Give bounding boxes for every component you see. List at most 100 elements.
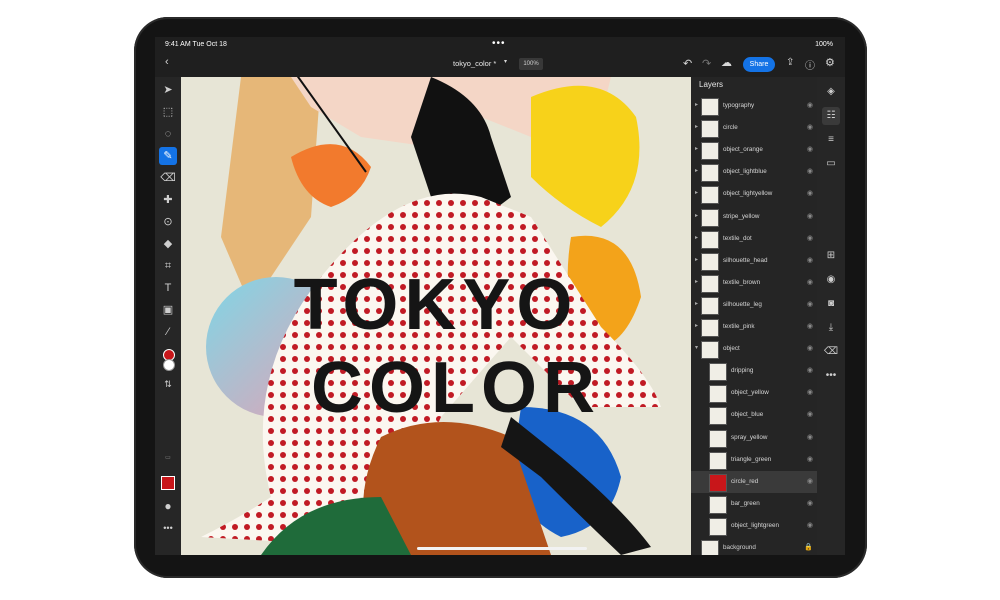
brush-size-icon[interactable]: ▭ (159, 449, 177, 467)
document-title[interactable]: tokyo_color * (453, 59, 496, 68)
expand-chevron-icon[interactable]: ▸ (695, 234, 698, 241)
expand-chevron-icon[interactable]: ▸ (695, 256, 698, 263)
eye-icon[interactable]: ◉ (807, 256, 813, 264)
back-icon[interactable]: ‹ (165, 56, 169, 68)
layer-thumbnail (709, 385, 727, 404)
eye-icon[interactable]: ◉ (807, 167, 813, 175)
eye-icon[interactable]: ◉ (807, 433, 813, 441)
more-icon[interactable]: ••• (822, 367, 840, 385)
eye-icon[interactable]: ◉ (807, 388, 813, 396)
layer-row[interactable]: ▸ silhouette_head ◉ (691, 250, 817, 272)
zoom-level[interactable]: 100% (519, 58, 543, 70)
layer-row[interactable]: circle_red ◉ (691, 470, 817, 493)
layer-row[interactable]: ▸ typography ◉ (691, 95, 817, 117)
layer-thumbnail (701, 98, 719, 116)
layer-row[interactable]: ▸ object_lightblue ◉ (691, 161, 817, 183)
layer-row[interactable]: background 🔒 (691, 537, 817, 555)
clone-icon[interactable]: ⊙ (159, 213, 177, 231)
eye-icon[interactable]: ◉ (807, 278, 813, 286)
layer-row[interactable]: bar_green ◉ (691, 493, 817, 515)
layer-row[interactable]: spray_yellow ◉ (691, 427, 817, 449)
eye-icon[interactable]: ◉ (807, 410, 813, 418)
expand-chevron-icon[interactable]: ▸ (695, 212, 698, 219)
expand-chevron-icon[interactable]: ▸ (695, 300, 698, 307)
share-button[interactable]: Share (743, 57, 775, 72)
layer-row[interactable]: object_lightgreen ◉ (691, 515, 817, 537)
layer-row[interactable]: ▸ textile_dot ◉ (691, 228, 817, 250)
layer-row[interactable]: triangle_green ◉ (691, 449, 817, 471)
brush-hardness-icon[interactable]: ● (159, 497, 177, 515)
eyedropper-icon[interactable]: ⁄ (159, 323, 177, 341)
adjustments-icon[interactable]: ≡ (822, 131, 840, 149)
more-tools-icon[interactable]: ••• (159, 519, 177, 537)
settings-gear-icon[interactable]: ⚙ (825, 56, 835, 69)
lock-icon[interactable]: 🔒 (804, 543, 813, 551)
layer-thumbnail (701, 164, 719, 183)
lasso-icon[interactable]: ◌ (159, 125, 177, 143)
expand-chevron-icon[interactable]: ▸ (695, 101, 698, 108)
layer-row[interactable]: ▸ stripe_yellow ◉ (691, 206, 817, 228)
cloud-icon[interactable]: ☁ (721, 56, 732, 69)
eye-icon[interactable]: ◉ (807, 499, 813, 507)
eye-icon[interactable]: ◉ (807, 344, 813, 352)
eye-icon[interactable]: ◉ (807, 101, 813, 109)
expand-chevron-icon[interactable]: ▸ (695, 123, 698, 130)
eye-icon[interactable]: ◉ (807, 455, 813, 463)
export-icon[interactable]: ⇪ (786, 57, 794, 68)
place-image-icon[interactable]: ▣ (159, 301, 177, 319)
eye-icon[interactable]: ◉ (807, 189, 813, 197)
layer-row[interactable]: ▸ object_orange ◉ (691, 139, 817, 161)
swap-colors-icon[interactable]: ⇅ (159, 375, 177, 393)
layer-row[interactable]: ▸ textile_brown ◉ (691, 272, 817, 294)
fill-icon[interactable]: ◆ (159, 235, 177, 253)
expand-chevron-icon[interactable]: ▸ (695, 322, 698, 329)
brush-color-swatch[interactable] (159, 473, 177, 491)
layer-row[interactable]: object_yellow ◉ (691, 382, 817, 404)
multitask-dots-icon[interactable]: ••• (492, 38, 506, 49)
layer-row[interactable]: ▾ object ◉ (691, 338, 817, 360)
eye-icon[interactable]: ◉ (807, 322, 813, 330)
expand-chevron-icon[interactable]: ▸ (695, 278, 698, 285)
eye-icon[interactable]: ◉ (807, 477, 813, 485)
eye-icon[interactable]: ◉ (807, 212, 813, 220)
layer-row[interactable]: ▸ silhouette_leg ◉ (691, 294, 817, 316)
expand-chevron-icon[interactable]: ▸ (695, 145, 698, 152)
layer-row[interactable]: dripping ◉ (691, 360, 817, 382)
layer-row[interactable]: ▸ circle ◉ (691, 117, 817, 139)
visibility-icon[interactable]: ◉ (822, 271, 840, 289)
eye-icon[interactable]: ◉ (807, 123, 813, 131)
eye-icon[interactable]: ◉ (807, 300, 813, 308)
artwork-canvas[interactable]: TOKYO COLOR (181, 77, 691, 555)
layer-thumbnail (701, 230, 719, 249)
mask-icon[interactable]: ◙ (822, 295, 840, 313)
layers-icon[interactable]: ◈ (822, 83, 840, 101)
eraser-icon[interactable]: ⌫ (159, 169, 177, 187)
top-bar: ‹ tokyo_color * ▾ 100% ↶ ↷ ☁ Share ⇪ ⓘ ⚙ (155, 53, 845, 77)
expand-chevron-icon[interactable]: ▸ (695, 167, 698, 174)
eye-icon[interactable]: ◉ (807, 234, 813, 242)
undo-icon[interactable]: ↶ (683, 57, 692, 70)
eye-icon[interactable]: ◉ (807, 366, 813, 374)
chevron-down-icon[interactable]: ▾ (504, 58, 507, 65)
layer-row[interactable]: ▸ textile_pink ◉ (691, 316, 817, 338)
background-color-swatch[interactable] (163, 359, 175, 371)
help-icon[interactable]: ⓘ (805, 57, 815, 72)
layer-row[interactable]: ▸ object_lightyellow ◉ (691, 183, 817, 205)
transform-icon[interactable]: ⬚ (159, 103, 177, 121)
import-icon[interactable]: ⤓ (822, 319, 840, 337)
comments-icon[interactable]: ▭ (822, 155, 840, 173)
select-icon[interactable]: ➤ (159, 81, 177, 99)
add-layer-icon[interactable]: ⊞ (822, 247, 840, 265)
crop-icon[interactable]: ⌗ (159, 257, 177, 275)
type-icon[interactable]: T (159, 279, 177, 297)
eye-icon[interactable]: ◉ (807, 145, 813, 153)
brush-icon[interactable]: ✎ (159, 147, 177, 165)
layer-properties-icon[interactable]: ☷ (822, 107, 840, 125)
expand-chevron-icon[interactable]: ▸ (695, 189, 698, 196)
expand-chevron-icon[interactable]: ▾ (695, 344, 698, 351)
eye-icon[interactable]: ◉ (807, 521, 813, 529)
layer-row[interactable]: object_blue ◉ (691, 404, 817, 426)
redo-icon[interactable]: ↷ (702, 57, 711, 70)
healing-icon[interactable]: ✚ (159, 191, 177, 209)
eraser-layer-icon[interactable]: ⌫ (822, 343, 840, 361)
